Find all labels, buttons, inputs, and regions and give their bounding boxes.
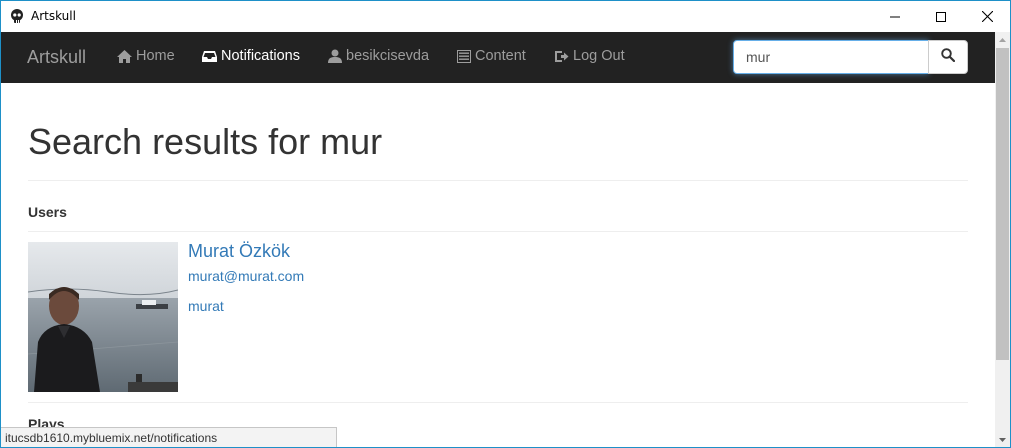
user-username-link[interactable]: murat <box>188 298 224 314</box>
page-title: Search results for mur <box>28 121 383 162</box>
nav-content-link[interactable]: Content <box>457 48 526 64</box>
divider <box>28 402 968 403</box>
nav-notifications-link[interactable]: Notifications <box>202 48 300 64</box>
chevron-down-icon <box>999 437 1006 442</box>
chevron-up-icon <box>999 37 1006 42</box>
nav-content-label: Content <box>475 48 526 64</box>
nav-notifications-label: Notifications <box>221 48 300 64</box>
search-button[interactable] <box>928 40 968 74</box>
browser-window: Artskull Artskull Home Notifications bes… <box>0 0 1011 448</box>
home-icon <box>117 49 132 63</box>
close-button[interactable] <box>964 1 1010 32</box>
vertical-scrollbar[interactable] <box>995 32 1010 447</box>
nav-home-link[interactable]: Home <box>117 48 175 64</box>
minimize-button[interactable] <box>872 1 918 32</box>
close-icon <box>981 11 993 22</box>
divider <box>28 231 968 232</box>
main-content: Search results for mur Users Murat Özkök… <box>1 83 995 447</box>
nav-home-label: Home <box>136 48 175 64</box>
inbox-icon <box>202 50 217 63</box>
logout-icon <box>554 50 569 63</box>
nav-logout-link[interactable]: Log Out <box>554 48 625 64</box>
brand-link[interactable]: Artskull <box>27 47 86 68</box>
top-navbar: Artskull Home Notifications besikcisevda… <box>1 32 995 83</box>
divider <box>28 180 968 181</box>
search-input[interactable] <box>733 40 929 74</box>
search-icon <box>941 47 956 67</box>
users-section-heading: Users <box>28 204 67 220</box>
scroll-thumb[interactable] <box>996 48 1009 360</box>
status-bar-url: itucsdb1610.mybluemix.net/notifications <box>1 427 337 447</box>
maximize-button[interactable] <box>918 1 964 32</box>
minimize-icon <box>890 16 900 17</box>
window-title: Artskull <box>31 9 76 23</box>
list-icon <box>457 49 471 63</box>
user-icon <box>328 49 342 63</box>
nav-user-label: besikcisevda <box>346 48 430 64</box>
scroll-down-button[interactable] <box>995 432 1010 447</box>
user-avatar[interactable] <box>28 242 178 392</box>
user-name-link[interactable]: Murat Özkök <box>188 241 290 262</box>
nav-logout-label: Log Out <box>573 48 625 64</box>
maximize-icon <box>936 11 946 22</box>
scroll-up-button[interactable] <box>995 32 1010 47</box>
title-bar: Artskull <box>1 1 1010 32</box>
nav-user-link[interactable]: besikcisevda <box>328 48 429 64</box>
skull-icon <box>10 9 24 23</box>
user-email-link[interactable]: murat@murat.com <box>188 268 304 284</box>
